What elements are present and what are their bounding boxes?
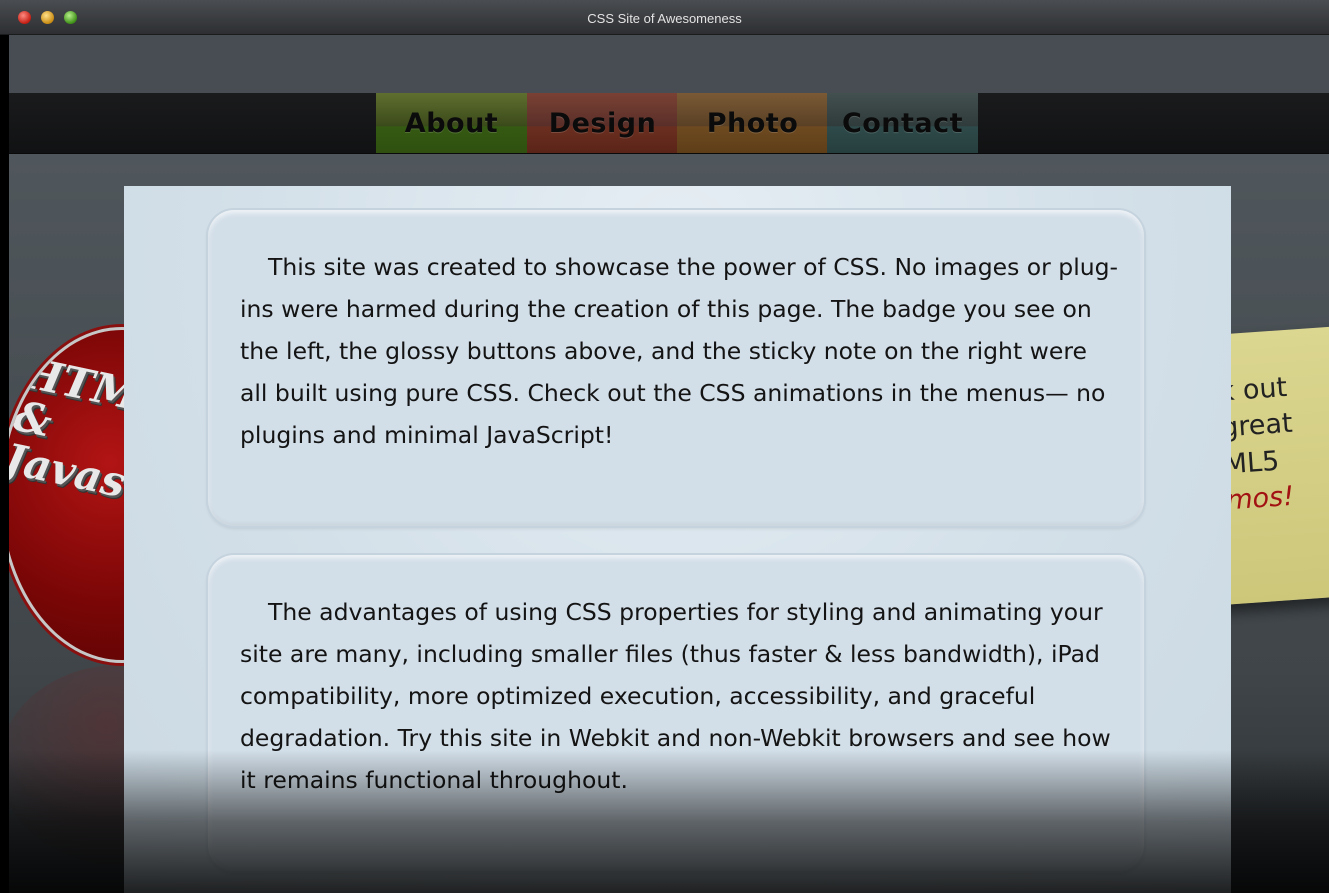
nav-bar: About Design Photo Contact xyxy=(9,93,1329,154)
intro-paragraph: This site was created to showcase the po… xyxy=(240,253,1119,449)
nav-item-design[interactable]: Design xyxy=(527,93,678,153)
advantages-text-box: The advantages of using CSS properties f… xyxy=(208,555,1144,871)
title-bar: CSS Site of Awesomeness xyxy=(0,0,1329,35)
intro-text-box: This site was created to showcase the po… xyxy=(208,210,1144,526)
window-title: CSS Site of Awesomeness xyxy=(587,11,742,26)
sticky-note-text: k out great ML5 mos! xyxy=(1218,364,1329,521)
nav-item-about[interactable]: About xyxy=(376,93,527,153)
browser-window: CSS Site of Awesomeness About Design Pho… xyxy=(0,0,1329,893)
nav-item-photo[interactable]: Photo xyxy=(677,93,828,153)
advantages-paragraph: The advantages of using CSS properties f… xyxy=(240,598,1111,794)
page-viewport: About Design Photo Contact HTML 5 & Java… xyxy=(9,35,1329,893)
content-panel: This site was created to showcase the po… xyxy=(124,186,1231,893)
nav-item-contact[interactable]: Contact xyxy=(827,93,978,153)
